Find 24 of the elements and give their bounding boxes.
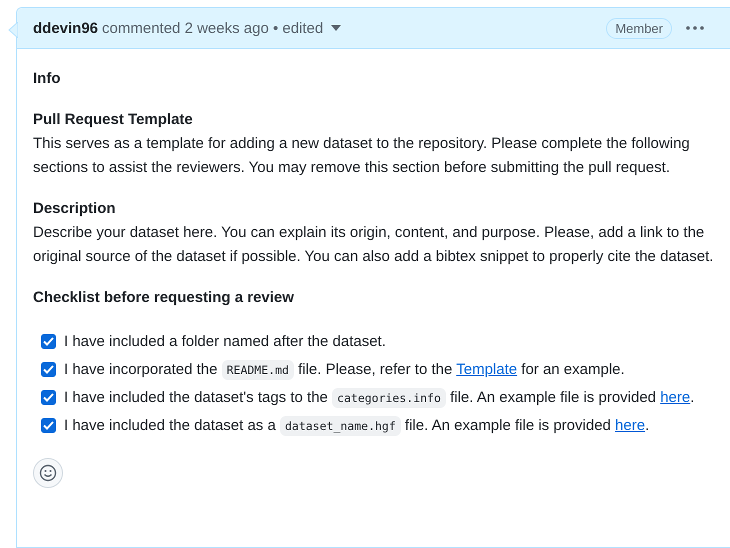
link[interactable]: here (615, 417, 646, 434)
section-heading: Info (33, 69, 62, 89)
checkbox[interactable] (41, 362, 56, 377)
checkbox[interactable] (41, 418, 56, 433)
checklist-text: I have included the dataset as a dataset_name.hgf file. An example file is provided here. (64, 415, 650, 438)
section-heading: Description (33, 199, 117, 219)
more-icon[interactable] (686, 26, 704, 30)
member-badge: Member (606, 18, 672, 38)
paragraph: Describe your dataset here. You can explain its origin, content, and purpose. Please, add a link to the original source of the dataset if possible. You can also add a bibtex snippet to properly cite the dataset. (33, 223, 714, 267)
checkbox[interactable] (41, 390, 56, 405)
comment-meta: commented 2 weeks ago • edited (102, 20, 324, 36)
link[interactable]: here (660, 389, 690, 406)
caret-icon[interactable] (331, 25, 342, 31)
checklist-text: I have included a folder named after the dataset. (64, 332, 386, 352)
link[interactable]: Template (456, 361, 518, 378)
section-heading: Pull Request Template (33, 110, 194, 130)
author-name[interactable]: ddevin96 (33, 20, 98, 36)
add-reaction-button[interactable] (33, 458, 63, 488)
section-heading: Checklist before requesting a review (33, 288, 295, 308)
paragraph: This serves as a template for adding a new dataset to the repository. Please complete the following sections to assist the reviewers. You may remove this section before submitting the pull request. (33, 134, 691, 178)
checklist-text: I have included the dataset's tags to the categories.info file. An example file is provided here. (64, 387, 694, 410)
checkbox[interactable] (41, 334, 56, 349)
checklist-text: I have incorporated the README.md file. Please, refer to the Template for an example. (64, 359, 625, 382)
smiley-icon (39, 464, 57, 482)
